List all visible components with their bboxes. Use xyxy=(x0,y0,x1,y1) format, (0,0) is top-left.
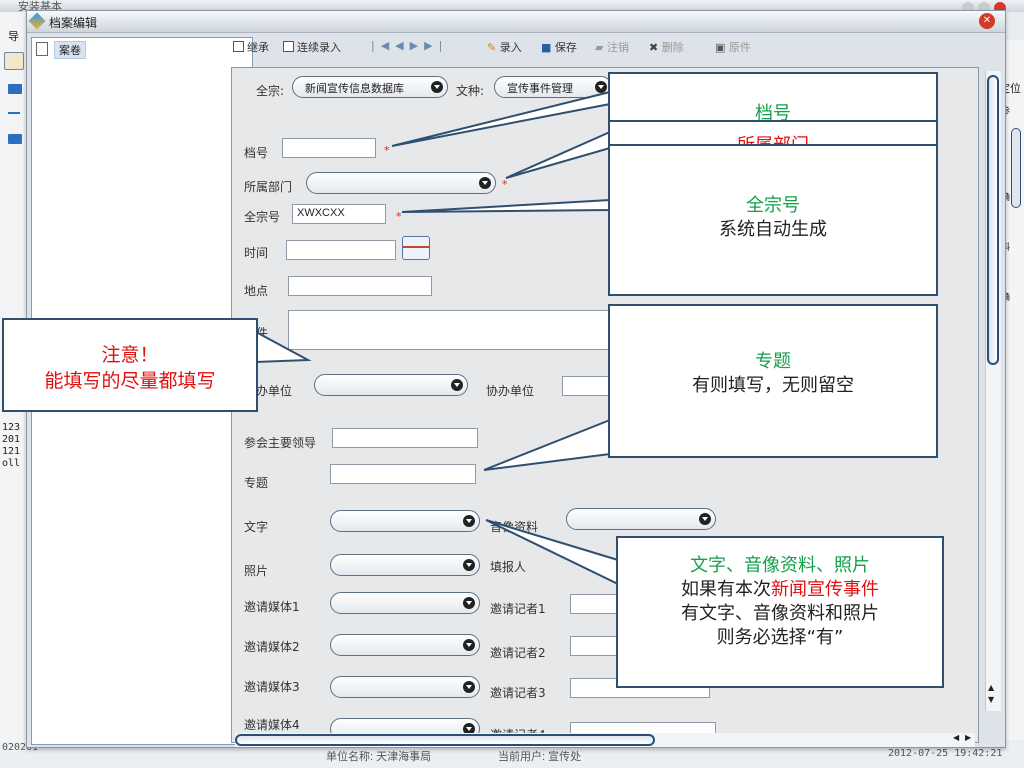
callout-media-title: 文字、音像资料、照片 xyxy=(690,555,870,576)
pointer-archive-no xyxy=(391,90,611,147)
callout-note-body: 能填写的尽量都填写 xyxy=(44,370,216,392)
pointer-note xyxy=(255,330,312,364)
callout-topic-title: 专题 xyxy=(755,351,791,372)
pointer-topic xyxy=(483,418,611,471)
callout-media-line1-pre: 如果有本次 xyxy=(681,579,771,600)
callout-note-title: 注意！ xyxy=(101,344,159,366)
callout-topic-body: 有则填写，无则留空 xyxy=(692,375,854,396)
pointer-dept xyxy=(505,130,611,179)
callout-media: 文字、音像资料、照片 如果有本次新闻宣传事件 有文字、音像资料和照片 则务必选择… xyxy=(616,536,944,688)
callout-fonds-no-body: 系统自动生成 xyxy=(719,219,827,240)
callout-note: 注意！ 能填写的尽量都填写 xyxy=(2,318,258,412)
callout-media-line1: 如果有本次新闻宣传事件 xyxy=(618,578,942,602)
pointer-media xyxy=(485,519,619,586)
callout-topic: 专题 有则填写，无则留空 xyxy=(608,304,938,458)
callout-media-line2: 有文字、音像资料和照片 xyxy=(681,603,879,624)
callout-fonds-no-title: 全宗号 xyxy=(746,195,800,216)
pointer-fonds-no xyxy=(401,198,611,213)
callout-media-line1-highlight: 新闻宣传事件 xyxy=(771,579,879,600)
callout-fonds-no: 全宗号 系统自动生成 xyxy=(608,144,938,296)
callout-media-line3: 则务必选择“有” xyxy=(716,627,844,648)
